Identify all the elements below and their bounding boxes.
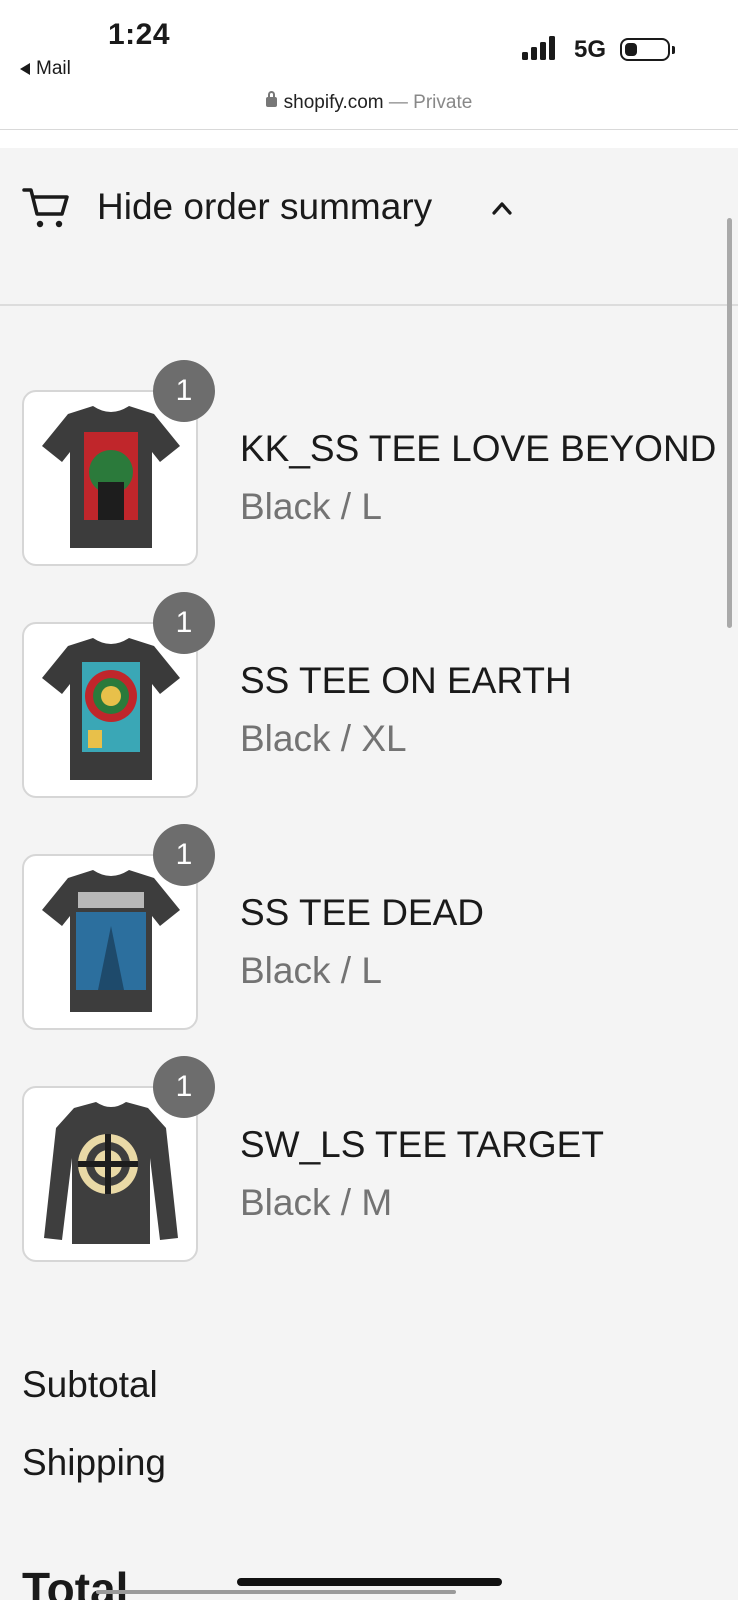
battery-icon (620, 38, 675, 61)
subtotal-label: Subtotal (22, 1364, 158, 1405)
status-bar: 1:24 Mail 5G shopify.com — Private (0, 0, 738, 130)
product-variant: Black / XL (240, 718, 407, 759)
longsleeve-icon (44, 1102, 178, 1244)
status-time: 1:24 (108, 18, 171, 51)
line-item: 1 SS TEE DEAD Black / L (0, 824, 738, 1034)
product-title: SS TEE DEAD (240, 892, 485, 933)
product-variant: Black / L (240, 486, 382, 527)
quantity-badge: 1 (153, 360, 215, 422)
order-summary-toggle-label[interactable]: Hide order summary (97, 186, 432, 228)
home-indicator[interactable] (237, 1578, 502, 1586)
cart-icon (22, 188, 69, 228)
shipping-label: Shipping (22, 1442, 167, 1483)
line-item: 1 SW_LS TEE TARGET Black / M (0, 1056, 738, 1266)
chevron-up-icon[interactable] (492, 198, 512, 218)
tshirt-icon (42, 638, 180, 780)
lock-icon (265, 91, 277, 107)
product-title: KK_SS TEE LOVE BEYOND (240, 428, 717, 469)
network-type: 5G (574, 36, 607, 63)
line-item: 1 KK_SS TEE LOVE BEYOND Black / L (0, 360, 738, 570)
back-app-label: Mail (36, 58, 71, 79)
back-arrow-icon (20, 63, 30, 75)
product-title: SW_LS TEE TARGET (240, 1124, 604, 1165)
toolbar-edge (96, 1590, 456, 1594)
url-text: shopify.com (283, 92, 384, 113)
tshirt-icon (42, 870, 180, 1012)
private-label: — Private (388, 92, 473, 113)
tshirt-icon (42, 406, 180, 548)
header-spacer (0, 130, 738, 148)
back-to-mail-button[interactable]: Mail (20, 58, 71, 80)
total-label: Total (22, 1563, 129, 1600)
product-variant: Black / L (240, 950, 382, 991)
quantity-badge: 1 (153, 592, 215, 654)
address-bar[interactable]: shopify.com — Private (0, 91, 738, 114)
quantity-badge: 1 (153, 1056, 215, 1118)
product-variant: Black / M (240, 1182, 393, 1223)
line-item: 1 SS TEE ON EARTH Black / XL (0, 592, 738, 802)
product-title: SS TEE ON EARTH (240, 660, 572, 701)
quantity-badge: 1 (153, 824, 215, 886)
signal-strength-icon (522, 36, 555, 60)
